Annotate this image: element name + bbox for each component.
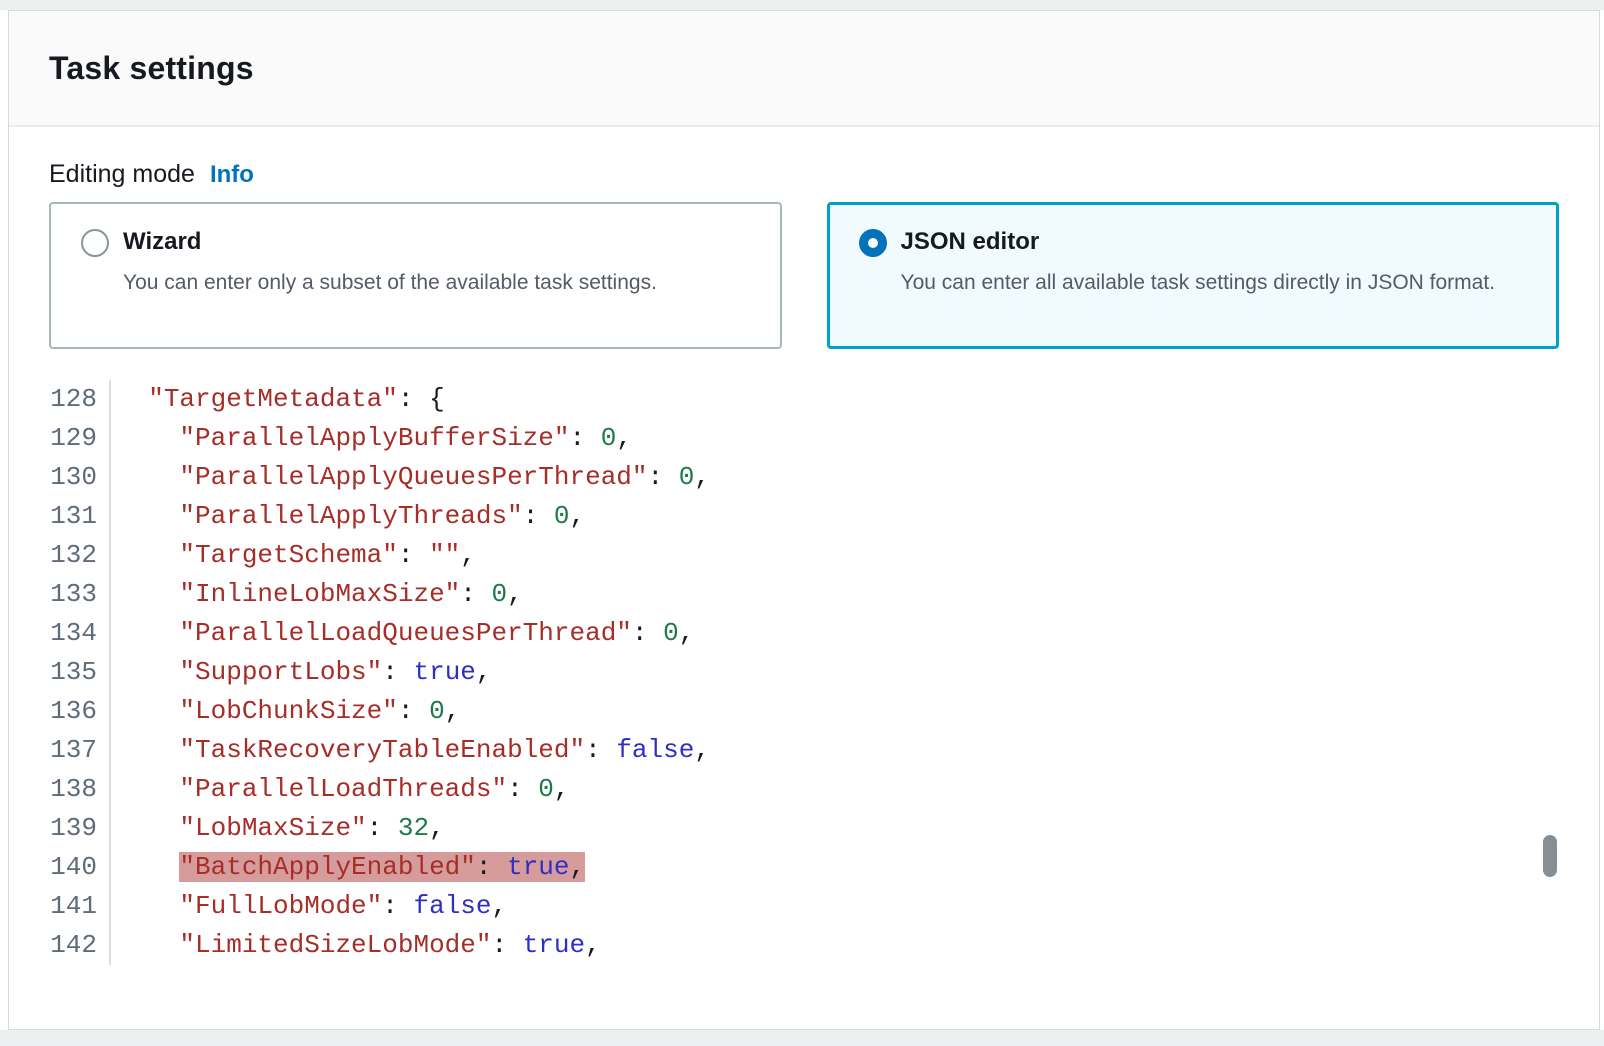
code-line-139: 139 "LobMaxSize": 32, (49, 809, 1559, 848)
line-number: 137 (49, 731, 111, 770)
code-lines: 128 "TargetMetadata": {129 "ParallelAppl… (49, 380, 1559, 965)
code-line-text: "ParallelApplyThreads": 0, (111, 497, 585, 536)
code-line-text: "TargetMetadata": { (111, 380, 445, 419)
line-number: 138 (49, 770, 111, 809)
code-line-135: 135 "SupportLobs": true, (49, 653, 1559, 692)
line-number: 140 (49, 848, 111, 887)
code-line-text: "TaskRecoveryTableEnabled": false, (111, 731, 710, 770)
page-title: Task settings (49, 50, 254, 87)
line-number: 133 (49, 575, 111, 614)
code-line-128: 128 "TargetMetadata": { (49, 380, 1559, 419)
code-line-132: 132 "TargetSchema": "", (49, 536, 1559, 575)
code-line-138: 138 "ParallelLoadThreads": 0, (49, 770, 1559, 809)
line-number: 139 (49, 809, 111, 848)
wizard-option-tile[interactable]: Wizard You can enter only a subset of th… (49, 202, 782, 349)
code-line-text: "BatchApplyEnabled": true, (111, 848, 585, 887)
wizard-option-text: Wizard You can enter only a subset of th… (123, 228, 657, 323)
code-line-text: "ParallelLoadQueuesPerThread": 0, (111, 614, 694, 653)
panel-header: Task settings (9, 11, 1599, 127)
code-line-129: 129 "ParallelApplyBufferSize": 0, (49, 419, 1559, 458)
code-line-134: 134 "ParallelLoadQueuesPerThread": 0, (49, 614, 1559, 653)
line-number: 129 (49, 419, 111, 458)
code-line-text: "InlineLobMaxSize": 0, (111, 575, 523, 614)
json-editor-option-text: JSON editor You can enter all available … (901, 228, 1496, 323)
wizard-option-description: You can enter only a subset of the avail… (123, 266, 657, 300)
code-line-142: 142 "LimitedSizeLobMode": true, (49, 926, 1559, 965)
line-number: 135 (49, 653, 111, 692)
panel-body: Editing mode Info Wizard You can enter o… (9, 160, 1599, 965)
line-number: 128 (49, 380, 111, 419)
line-number: 130 (49, 458, 111, 497)
radio-unchecked-icon[interactable] (81, 229, 109, 257)
code-line-text: "SupportLobs": true, (111, 653, 492, 692)
line-number: 141 (49, 887, 111, 926)
editor-scrollbar-thumb[interactable] (1543, 835, 1557, 877)
code-line-text: "TargetSchema": "", (111, 536, 476, 575)
editing-mode-tiles: Wizard You can enter only a subset of th… (49, 202, 1559, 349)
code-line-130: 130 "ParallelApplyQueuesPerThread": 0, (49, 458, 1559, 497)
highlighted-code: "BatchApplyEnabled": true, (179, 852, 585, 882)
line-number: 136 (49, 692, 111, 731)
json-editor-option-tile[interactable]: JSON editor You can enter all available … (827, 202, 1560, 349)
line-number: 134 (49, 614, 111, 653)
line-number: 132 (49, 536, 111, 575)
wizard-option-title: Wizard (123, 228, 657, 256)
json-editor-option-title: JSON editor (901, 228, 1496, 256)
code-line-text: "LimitedSizeLobMode": true, (111, 926, 601, 965)
code-line-133: 133 "InlineLobMaxSize": 0, (49, 575, 1559, 614)
code-line-text: "ParallelApplyQueuesPerThread": 0, (111, 458, 710, 497)
code-line-text: "LobMaxSize": 32, (111, 809, 445, 848)
code-line-140: 140 "BatchApplyEnabled": true, (49, 848, 1559, 887)
task-settings-panel: Task settings Editing mode Info Wizard Y… (8, 10, 1600, 1030)
json-editor-option-description: You can enter all available task setting… (901, 266, 1496, 300)
editing-mode-label: Editing mode (49, 160, 195, 189)
json-code-editor[interactable]: 128 "TargetMetadata": {129 "ParallelAppl… (49, 380, 1559, 965)
code-line-131: 131 "ParallelApplyThreads": 0, (49, 497, 1559, 536)
line-number: 131 (49, 497, 111, 536)
editing-mode-row: Editing mode Info (49, 160, 1559, 189)
code-line-136: 136 "LobChunkSize": 0, (49, 692, 1559, 731)
code-line-141: 141 "FullLobMode": false, (49, 887, 1559, 926)
code-line-text: "LobChunkSize": 0, (111, 692, 460, 731)
code-line-text: "ParallelApplyBufferSize": 0, (111, 419, 632, 458)
code-line-137: 137 "TaskRecoveryTableEnabled": false, (49, 731, 1559, 770)
page-top-margin (0, 0, 1604, 10)
code-line-text: "FullLobMode": false, (111, 887, 507, 926)
page-bottom-margin (0, 1030, 1604, 1046)
code-line-text: "ParallelLoadThreads": 0, (111, 770, 570, 809)
line-number: 142 (49, 926, 111, 965)
info-link[interactable]: Info (210, 161, 254, 189)
radio-checked-icon[interactable] (859, 229, 887, 257)
